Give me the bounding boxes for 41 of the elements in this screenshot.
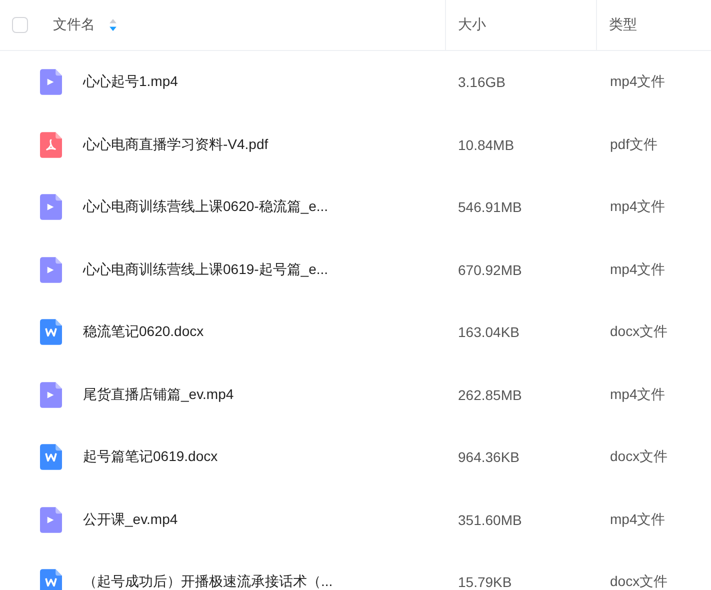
file-size: 10.84MB <box>458 136 514 153</box>
file-size: 3.16GB <box>458 74 506 90</box>
file-name[interactable]: 心心电商训练营线上课0620-稳流篇_e... <box>83 198 328 214</box>
file-type: mp4文件 <box>610 260 666 277</box>
word-file-icon <box>40 319 62 346</box>
select-all-checkbox[interactable] <box>12 17 28 33</box>
sort-icon[interactable] <box>109 19 117 31</box>
word-file-icon <box>40 569 62 590</box>
file-type: docx文件 <box>610 448 668 464</box>
file-type: mp4文件 <box>610 386 666 402</box>
file-type: mp4文件 <box>610 73 666 90</box>
file-type: docx文件 <box>610 573 668 590</box>
file-name[interactable]: 尾货直播店铺篇_ev.mp4 <box>83 386 234 402</box>
file-size: 163.04KB <box>458 324 520 340</box>
file-type: docx文件 <box>610 323 668 340</box>
file-name[interactable]: （起号成功后）开播极速流承接话术（... <box>83 573 333 590</box>
file-name[interactable]: 心心起号1.mp4 <box>83 73 178 90</box>
file-size: 670.92MB <box>458 262 522 278</box>
file-size: 15.79KB <box>458 574 512 590</box>
column-header[interactable]: 大小 <box>458 16 486 34</box>
file-name[interactable]: 心心电商训练营线上课0619-起号篇_e... <box>83 260 328 277</box>
file-name[interactable]: 心心电商直播学习资料-V4.pdf <box>83 136 268 152</box>
video-file-icon <box>40 69 62 96</box>
file-name[interactable]: 稳流笔记0620.docx <box>83 323 204 340</box>
video-file-icon <box>40 256 62 283</box>
file-type: mp4文件 <box>610 510 666 527</box>
file-type: pdf文件 <box>610 136 658 152</box>
video-file-icon <box>40 506 62 533</box>
file-type: mp4文件 <box>610 198 666 214</box>
file-name[interactable]: 公开课_ev.mp4 <box>83 510 178 527</box>
word-file-icon <box>40 444 62 470</box>
file-size: 546.91MB <box>458 199 522 216</box>
file-name[interactable]: 起号篇笔记0619.docx <box>83 448 218 464</box>
video-file-icon <box>40 194 62 220</box>
file-size: 964.36KB <box>458 449 520 466</box>
file-size: 351.60MB <box>458 512 522 528</box>
column-header[interactable]: 类型 <box>609 16 637 34</box>
pdf-file-icon <box>40 132 62 158</box>
column-header[interactable]: 文件名 <box>53 16 95 34</box>
video-file-icon <box>40 382 62 408</box>
file-size: 262.85MB <box>458 386 522 403</box>
